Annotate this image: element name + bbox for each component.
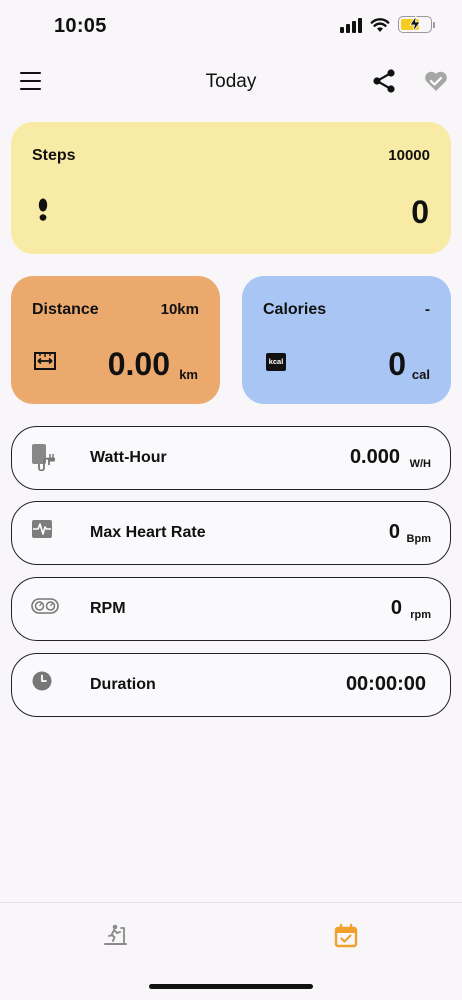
distance-card[interactable]: Distance 10km 0.00 km xyxy=(11,276,220,404)
share-icon[interactable] xyxy=(372,68,396,94)
steps-card[interactable]: Steps 10000 0 xyxy=(11,122,451,254)
calendar-check-icon[interactable] xyxy=(333,923,359,949)
watt-hour-label: Watt-Hour xyxy=(90,449,167,466)
max-heart-rate-row[interactable]: Max Heart Rate 0 Bpm xyxy=(11,501,451,565)
rpm-label: RPM xyxy=(90,600,126,617)
rpm-unit: rpm xyxy=(410,609,431,621)
rpm-row[interactable]: RPM 0 rpm xyxy=(11,577,451,641)
battery-plug-icon xyxy=(32,444,55,471)
distance-goal: 10km xyxy=(160,301,199,318)
status-bar: 10:05 xyxy=(0,0,462,54)
watt-hour-unit: W/H xyxy=(409,458,431,470)
duration-row[interactable]: Duration 00:00:00 xyxy=(11,653,451,717)
steps-label: Steps xyxy=(32,147,76,164)
treadmill-icon[interactable] xyxy=(103,923,129,949)
heartbeat-icon xyxy=(32,520,52,538)
calories-value: 0 xyxy=(388,346,406,382)
battery-icon xyxy=(398,16,435,33)
calories-goal: - xyxy=(425,301,430,318)
distance-unit: km xyxy=(179,367,198,382)
wifi-icon xyxy=(370,17,390,32)
rpm-gauge-icon xyxy=(31,598,59,614)
ruler-icon xyxy=(34,352,56,370)
status-time: 10:05 xyxy=(54,15,107,37)
duration-value: 00:00:00 xyxy=(345,673,426,695)
rpm-value: 0 xyxy=(390,597,402,619)
steps-value: 0 xyxy=(411,194,429,230)
distance-value: 0.00 xyxy=(107,346,170,382)
distance-label: Distance xyxy=(32,301,99,318)
clock-icon xyxy=(32,671,52,691)
calories-unit: cal xyxy=(411,367,430,382)
max-heart-rate-unit: Bpm xyxy=(406,533,431,545)
status-icons xyxy=(340,16,435,33)
duration-label: Duration xyxy=(90,676,156,693)
max-heart-rate-label: Max Heart Rate xyxy=(90,524,206,541)
kcal-icon: kcal xyxy=(266,353,286,371)
max-heart-rate-value: 0 xyxy=(388,521,400,543)
nav-bar: Today xyxy=(0,54,462,110)
calories-card[interactable]: Calories - kcal 0 cal xyxy=(242,276,451,404)
home-indicator[interactable] xyxy=(149,984,313,989)
watt-hour-value: 0.000 xyxy=(349,446,400,468)
footprint-icon xyxy=(38,198,48,221)
watt-hour-row[interactable]: Watt-Hour 0.000 W/H xyxy=(11,426,451,490)
steps-goal: 10000 xyxy=(388,147,430,164)
calories-label: Calories xyxy=(263,301,327,318)
health-heart-icon[interactable] xyxy=(424,70,448,92)
cellular-signal-icon xyxy=(340,17,362,33)
